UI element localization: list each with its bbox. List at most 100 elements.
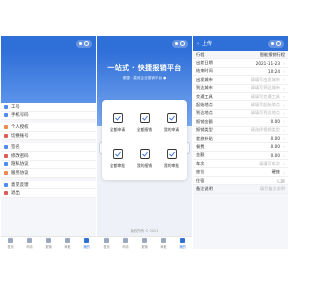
menu-item-label: 修改密码 bbox=[11, 153, 29, 159]
tab-item[interactable]: 审批 bbox=[160, 237, 167, 249]
grid-item[interactable]: 全额申请 bbox=[104, 104, 131, 140]
capsule-button[interactable] bbox=[172, 39, 188, 48]
menu-item[interactable]: 服务协议 bbox=[1, 169, 96, 178]
back-label[interactable]: 上传 bbox=[202, 40, 212, 47]
grid-item[interactable]: 全额审批 bbox=[104, 140, 131, 176]
grid-item[interactable]: 我的审批 bbox=[158, 140, 185, 176]
menu-item[interactable]: 个人授权 bbox=[1, 123, 96, 132]
tab-item[interactable]: 审批 bbox=[64, 237, 71, 249]
tab-item[interactable]: 我的 bbox=[179, 237, 186, 249]
form-row-value: 请填写出发城市 bbox=[250, 76, 280, 82]
form-row-label: 到达城市 bbox=[196, 85, 213, 91]
menu-list: 工号手机号码个人授权 切换账号签名 修改密码隐私协议 服务协议意见反馈 退出 bbox=[1, 103, 96, 198]
toggle-label: 住宿 bbox=[196, 177, 205, 183]
tab-bar: 首页 申请 报销 审批 我的 bbox=[97, 236, 192, 249]
form-row[interactable]: 座位 硬座 › bbox=[193, 168, 288, 177]
chevron-right-icon: › bbox=[283, 161, 285, 167]
form-row-value: 10:24 bbox=[267, 68, 280, 74]
menu-item[interactable]: 意见反馈 bbox=[1, 181, 96, 190]
tab-item[interactable]: 我的 bbox=[83, 237, 90, 249]
form-row[interactable]: 起始地点 请填写起始地点 › bbox=[193, 101, 288, 110]
tab-label: 申请 bbox=[122, 244, 129, 249]
form-row[interactable]: 差旅补贴 0.00 › bbox=[193, 135, 288, 144]
form-row[interactable]: 出发城市 请填写出发城市 › bbox=[193, 76, 288, 85]
grid-item[interactable]: 全额报销 bbox=[131, 104, 158, 140]
tab-item[interactable]: 申请 bbox=[26, 237, 33, 249]
form-panel: ‹ 上传 行程 智能报销行程 出差日期 2021-11-23 › 结束时间 10:24 ›… bbox=[193, 36, 288, 249]
grid-item-label: 全额审批 bbox=[109, 162, 126, 168]
menu-item-label: 工号 bbox=[11, 104, 20, 110]
form-section: 行程 智能报销行程 bbox=[193, 51, 288, 60]
back-icon[interactable]: ‹ bbox=[197, 41, 199, 47]
tab-item[interactable]: 报销 bbox=[141, 237, 148, 249]
form-row[interactable]: 餐费 0.00 › bbox=[193, 143, 288, 152]
form-row[interactable]: 结束时间 10:24 › bbox=[193, 68, 288, 77]
form-row[interactable]: 报销类型 请选择报销类型 › bbox=[193, 127, 288, 135]
form-row[interactable]: 金额 0.00 › bbox=[193, 152, 288, 161]
menu-item[interactable]: 修改密码 bbox=[1, 152, 96, 161]
chevron-right-icon: › bbox=[283, 60, 285, 66]
form-row-value: 请填写起始地点 bbox=[250, 102, 280, 108]
function-grid: 全额申请 全额报销 我的申请全额审批 我的报销 我的审批 bbox=[102, 100, 187, 180]
form-row[interactable]: 交通工具 请填写交通工具 › bbox=[193, 93, 288, 102]
remark-input[interactable]: 填写备注说明 bbox=[224, 186, 285, 192]
chevron-right-icon: › bbox=[283, 85, 285, 91]
close-icon bbox=[276, 41, 281, 46]
chevron-right-icon: › bbox=[283, 169, 285, 175]
menu-item-label: 退出 bbox=[11, 191, 20, 197]
form-row-label: 交通工具 bbox=[196, 93, 213, 99]
home-title: 一站式 · 快捷报销平台 bbox=[107, 64, 182, 72]
menu-item[interactable]: 工号 bbox=[1, 103, 96, 112]
menu-item[interactable]: 切换账号 bbox=[1, 132, 96, 141]
menu-item[interactable]: 手机号码 bbox=[1, 112, 96, 121]
tab-icon bbox=[104, 237, 109, 243]
profile-header bbox=[1, 51, 96, 103]
form-row-value: 0.00 bbox=[270, 144, 280, 150]
doc-icon bbox=[4, 170, 8, 175]
menu-item[interactable]: 签名 bbox=[1, 143, 96, 152]
capsule-button[interactable] bbox=[268, 39, 284, 48]
form-row[interactable]: 出差日期 2021-11-23 › bbox=[193, 59, 288, 68]
form-row[interactable]: 到达城市 请填写到达城市 › bbox=[193, 85, 288, 93]
tab-item[interactable]: 报销 bbox=[45, 237, 52, 249]
tab-item[interactable]: 首页 bbox=[103, 237, 110, 249]
apply-icon bbox=[112, 112, 123, 123]
form-row-label: 出差日期 bbox=[196, 60, 213, 66]
tab-icon bbox=[142, 237, 147, 243]
tab-item[interactable]: 申请 bbox=[122, 237, 129, 249]
tab-icon bbox=[65, 237, 70, 243]
grid-item[interactable]: 我的申请 bbox=[158, 104, 185, 140]
remark-label: 备注说明 bbox=[196, 185, 213, 191]
form-row[interactable]: 车次 请填写车次 › bbox=[193, 160, 288, 169]
form-row[interactable]: 报销金额 0.00 › bbox=[193, 118, 288, 127]
form-row-value: 请填写交通工具 bbox=[250, 93, 280, 99]
form-row-label: 餐费 bbox=[196, 143, 205, 149]
menu-item[interactable]: 隐私协议 bbox=[1, 161, 96, 170]
more-icon bbox=[271, 42, 274, 45]
shield-icon bbox=[4, 162, 8, 167]
tab-label: 我的 bbox=[179, 244, 186, 249]
form-row-label: 座位 bbox=[196, 169, 205, 175]
tab-label: 报销 bbox=[141, 244, 148, 249]
form-row-label: 报销类型 bbox=[196, 127, 213, 133]
form-row-label: 到达地点 bbox=[196, 110, 213, 116]
tab-label: 申请 bbox=[26, 244, 33, 249]
capsule-button[interactable] bbox=[76, 39, 92, 48]
lock-icon bbox=[4, 153, 8, 158]
tab-icon bbox=[161, 237, 166, 243]
close-icon bbox=[180, 41, 185, 46]
form-row[interactable]: 到达地点 请填写到达地点 › bbox=[193, 110, 288, 119]
form-row-label: 报销金额 bbox=[196, 118, 213, 124]
toggle-switch[interactable] bbox=[277, 178, 285, 183]
status-bar bbox=[1, 36, 96, 51]
grid-item-label: 全额报销 bbox=[136, 126, 153, 132]
grid-item[interactable]: 我的报销 bbox=[131, 140, 158, 176]
pen-icon bbox=[4, 145, 8, 150]
grid-item-label: 我的报销 bbox=[136, 162, 153, 168]
menu-item-label: 切换账号 bbox=[11, 133, 29, 139]
tab-icon bbox=[27, 237, 32, 243]
section-label: 行程 bbox=[196, 51, 205, 57]
tab-item[interactable]: 首页 bbox=[7, 237, 14, 249]
menu-item[interactable]: 退出 bbox=[1, 189, 96, 198]
remark-row[interactable]: 备注说明 填写备注说明 bbox=[193, 185, 288, 194]
